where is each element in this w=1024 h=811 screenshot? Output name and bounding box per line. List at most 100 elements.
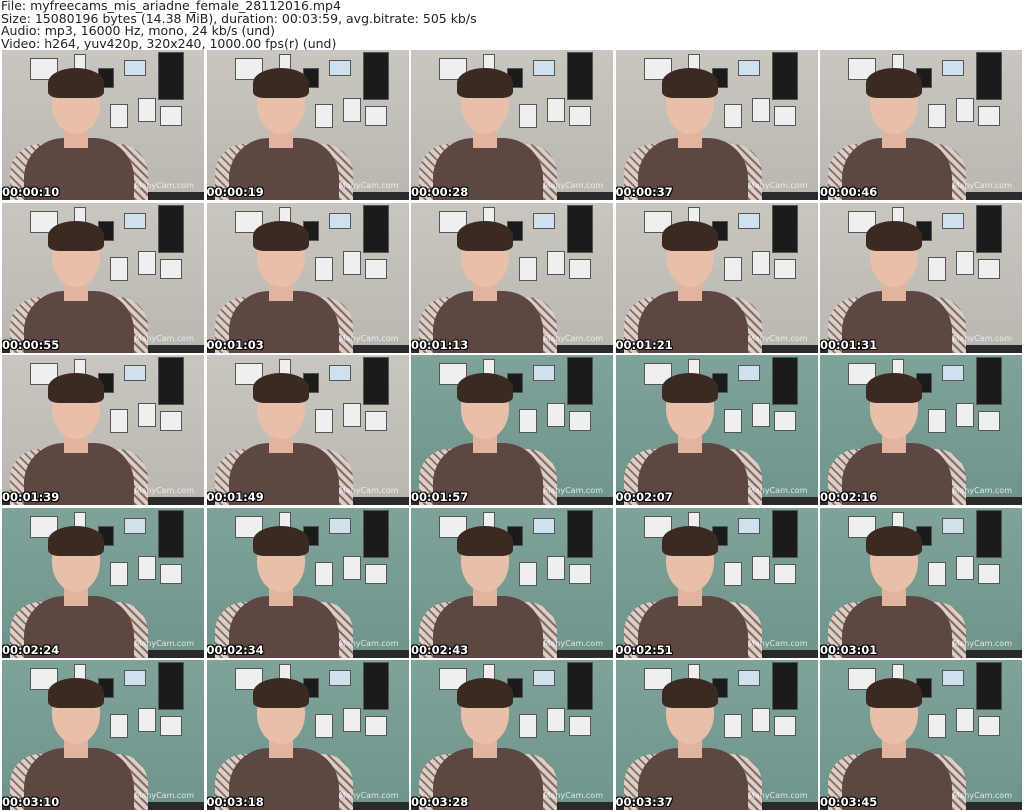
person-hair xyxy=(252,525,309,556)
wall-poster xyxy=(314,256,333,281)
person-hair xyxy=(661,373,718,403)
wall-poster xyxy=(567,52,593,100)
wall-poster xyxy=(928,256,946,281)
watermark: ManyCam.com xyxy=(338,333,399,343)
watermark: ManyCam.com xyxy=(952,791,1012,800)
timestamp: 00:03:37 xyxy=(615,795,673,809)
wall-poster xyxy=(138,708,156,732)
timestamp: 00:00:10 xyxy=(2,185,60,199)
video-thumbnail: ManyCam.com 00:02:51 xyxy=(615,507,818,658)
person-hair xyxy=(457,220,513,251)
timestamp: 00:02:43 xyxy=(411,642,469,657)
wall-poster xyxy=(942,365,964,381)
wall-poster xyxy=(158,52,184,100)
person-hair xyxy=(252,678,309,708)
wall-poster xyxy=(567,357,593,405)
wall-poster xyxy=(138,250,156,275)
wall-poster xyxy=(773,106,796,126)
wall-poster xyxy=(362,662,389,710)
wall-poster xyxy=(364,563,387,584)
person-hair xyxy=(661,525,718,556)
person-hair xyxy=(661,220,718,251)
wall-poster xyxy=(771,662,798,710)
person-hair xyxy=(48,373,104,403)
wall-poster xyxy=(723,104,742,128)
video-thumbnail: ManyCam.com 00:01:49 xyxy=(206,355,409,505)
timestamp: 00:00:28 xyxy=(411,185,469,199)
wall-poster xyxy=(978,716,1000,736)
person-hair xyxy=(661,678,718,708)
wall-poster xyxy=(751,708,770,732)
wall-poster xyxy=(519,561,537,586)
timestamp: 00:03:01 xyxy=(820,642,878,657)
timestamp: 00:00:37 xyxy=(615,185,673,199)
video-thumbnail: ManyCam.com 00:01:21 xyxy=(615,202,818,353)
wall-poster xyxy=(751,250,770,275)
watermark: ManyCam.com xyxy=(747,791,808,800)
person-hair xyxy=(661,68,718,98)
watermark: ManyCam.com xyxy=(952,333,1012,343)
person-hair xyxy=(48,68,104,98)
person-hair xyxy=(48,220,104,251)
wall-poster xyxy=(342,403,361,427)
wall-poster xyxy=(314,561,333,586)
watermark: ManyCam.com xyxy=(747,486,808,495)
wall-poster xyxy=(364,716,387,736)
watermark: ManyCam.com xyxy=(134,638,194,648)
wall-poster xyxy=(547,403,565,427)
video-info: Video: h264, yuv420p, 320x240, 1000.00 f… xyxy=(1,35,337,51)
wall-poster xyxy=(737,517,760,534)
wall-poster xyxy=(723,714,742,738)
wall-poster xyxy=(723,409,742,433)
timestamp: 00:01:21 xyxy=(615,337,673,352)
wall-poster xyxy=(158,509,184,558)
video-thumbnail: ManyCam.com 00:02:24 xyxy=(2,507,204,658)
wall-poster xyxy=(124,212,146,229)
watermark: ManyCam.com xyxy=(543,791,603,800)
wall-poster xyxy=(976,662,1002,710)
video-thumbnail: ManyCam.com 00:01:31 xyxy=(820,202,1022,353)
video-thumbnail: ManyCam.com 00:01:03 xyxy=(206,202,409,353)
video-thumbnail: ManyCam.com 00:03:01 xyxy=(820,507,1022,658)
person-hair xyxy=(866,373,922,403)
wall-poster xyxy=(751,98,770,122)
timestamp: 00:01:49 xyxy=(206,490,264,504)
wall-poster xyxy=(138,403,156,427)
watermark: ManyCam.com xyxy=(952,181,1012,190)
video-thumbnail: ManyCam.com 00:00:55 xyxy=(2,202,204,353)
wall-poster xyxy=(342,98,361,122)
wall-poster xyxy=(364,258,387,279)
wall-poster xyxy=(110,714,128,738)
timestamp: 00:02:07 xyxy=(615,490,673,504)
wall-poster xyxy=(956,555,974,580)
wall-poster xyxy=(328,670,351,686)
wall-poster xyxy=(158,662,184,710)
watermark: ManyCam.com xyxy=(338,181,399,190)
wall-poster xyxy=(773,716,796,736)
wall-poster xyxy=(328,365,351,381)
wall-poster xyxy=(533,212,555,229)
person-hair xyxy=(252,68,309,98)
video-thumbnail: ManyCam.com 00:03:18 xyxy=(206,660,409,810)
wall-poster xyxy=(124,517,146,534)
timestamp: 00:01:39 xyxy=(2,490,60,504)
wall-poster xyxy=(569,106,591,126)
wall-poster xyxy=(314,409,333,433)
wall-poster xyxy=(737,212,760,229)
person-hair xyxy=(48,678,104,708)
person-hair xyxy=(252,220,309,251)
watermark: ManyCam.com xyxy=(543,638,603,648)
wall-poster xyxy=(342,555,361,580)
wall-poster xyxy=(362,357,389,405)
video-thumbnail: ManyCam.com 00:00:19 xyxy=(206,50,409,200)
wall-poster xyxy=(547,98,565,122)
wall-poster xyxy=(956,98,974,122)
watermark: ManyCam.com xyxy=(338,638,399,648)
video-thumbnail: ManyCam.com 00:02:34 xyxy=(206,507,409,658)
wall-poster xyxy=(751,555,770,580)
wall-poster xyxy=(110,104,128,128)
thumbnail-grid: ManyCam.com 00:00:10 ManyCam.com 00:00:19 Ma… xyxy=(2,50,1022,810)
watermark: ManyCam.com xyxy=(747,181,808,190)
wall-poster xyxy=(942,670,964,686)
wall-poster xyxy=(737,60,760,76)
